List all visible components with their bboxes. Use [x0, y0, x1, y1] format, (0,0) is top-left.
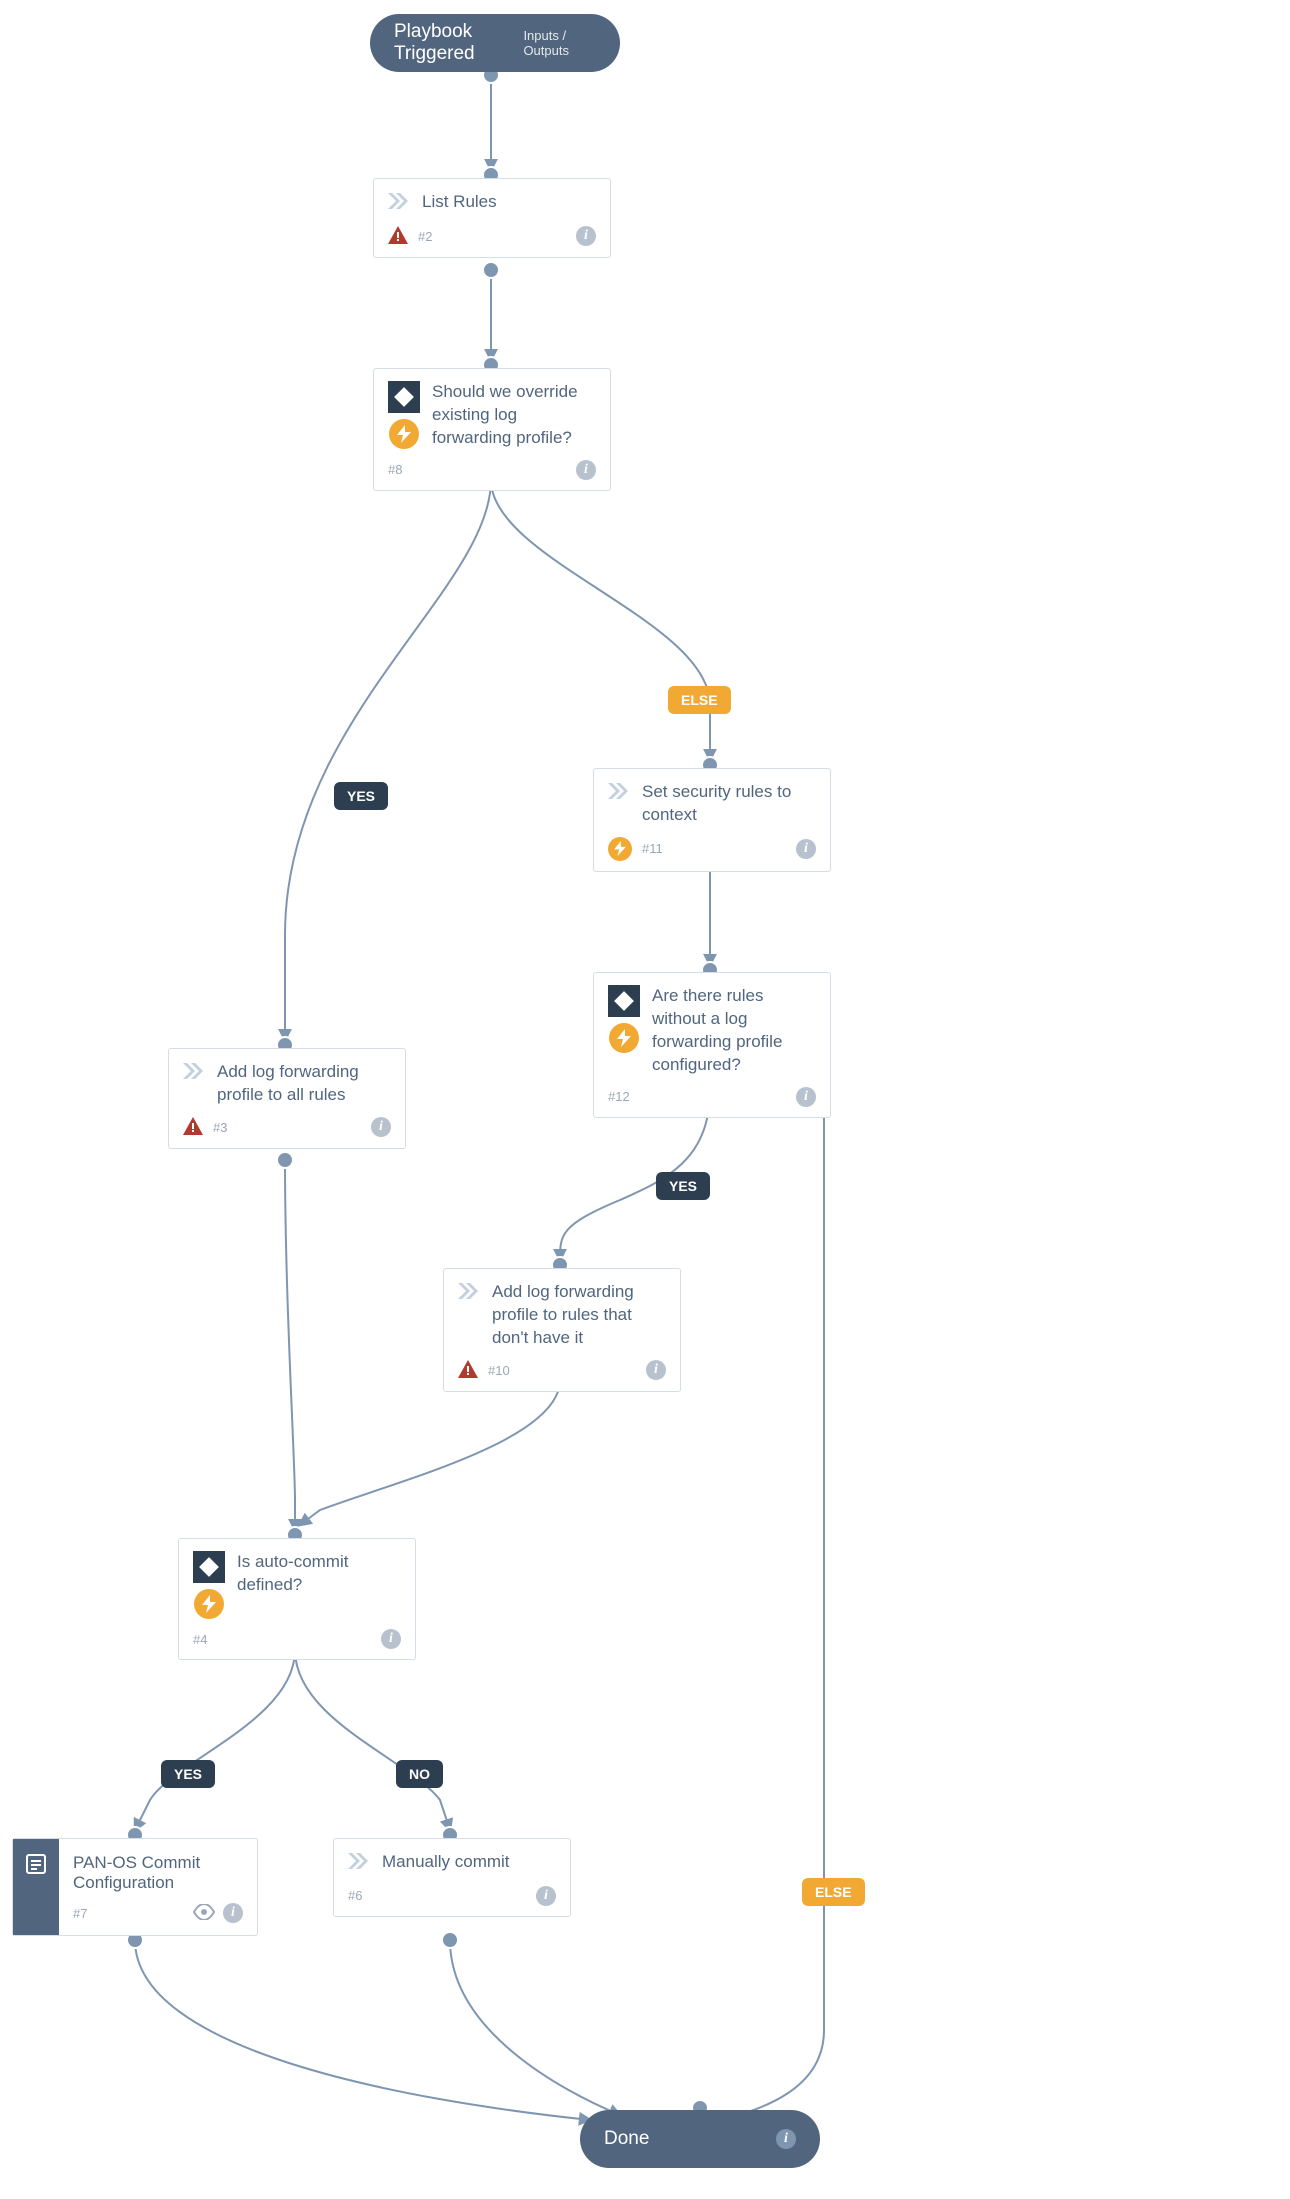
task-list-rules[interactable]: List Rules #2 i: [373, 178, 611, 258]
task-icon: [183, 1063, 203, 1086]
task-manual-commit[interactable]: Manually commit #6 i: [333, 1838, 571, 1917]
end-title: Done: [604, 2128, 649, 2150]
port-out[interactable]: [482, 261, 500, 279]
bolt-icon: [194, 1589, 224, 1619]
info-icon[interactable]: i: [576, 460, 596, 480]
condition-auto-commit[interactable]: Is auto-commit defined? #4 i: [178, 1538, 416, 1660]
port-out[interactable]: [441, 1931, 459, 1949]
info-icon[interactable]: i: [223, 1903, 243, 1923]
info-icon[interactable]: i: [796, 839, 816, 859]
branch-yes[interactable]: YES: [334, 782, 388, 810]
node-title: List Rules: [422, 191, 596, 214]
node-ref: #3: [213, 1120, 227, 1135]
node-ref: #12: [608, 1089, 630, 1104]
condition-icon: [388, 381, 420, 413]
info-icon[interactable]: i: [576, 226, 596, 246]
node-ref: #7: [73, 1906, 87, 1921]
task-add-profile-all[interactable]: Add log forwarding profile to all rules …: [168, 1048, 406, 1149]
node-title: Should we override existing log forwardi…: [432, 381, 596, 450]
node-title: PAN-OS Commit Configuration: [73, 1853, 200, 1892]
condition-rules-without-profile[interactable]: Are there rules without a log forwarding…: [593, 972, 831, 1118]
start-node[interactable]: Playbook Triggered Inputs / Outputs: [370, 14, 620, 72]
branch-else[interactable]: ELSE: [668, 686, 731, 714]
task-set-security-rules[interactable]: Set security rules to context #11 i: [593, 768, 831, 872]
info-icon[interactable]: i: [536, 1886, 556, 1906]
branch-else[interactable]: ELSE: [802, 1878, 865, 1906]
port-out[interactable]: [276, 1151, 294, 1169]
node-ref: #11: [642, 841, 663, 856]
script-panos-commit[interactable]: PAN-OS Commit Configuration #7 i: [12, 1838, 258, 1936]
task-icon: [388, 193, 408, 216]
node-ref: #10: [488, 1363, 510, 1378]
start-subtitle[interactable]: Inputs / Outputs: [523, 28, 596, 58]
condition-icon: [193, 1551, 225, 1583]
node-title: Manually commit: [382, 1851, 556, 1874]
condition-override-profile[interactable]: Should we override existing log forwardi…: [373, 368, 611, 491]
info-icon[interactable]: i: [371, 1117, 391, 1137]
warning-icon: [183, 1117, 203, 1138]
node-title: Set security rules to context: [642, 781, 816, 827]
script-icon: [25, 1853, 47, 1880]
branch-yes[interactable]: YES: [161, 1760, 215, 1788]
start-title: Playbook Triggered: [394, 21, 523, 65]
info-icon[interactable]: i: [381, 1629, 401, 1649]
task-icon: [348, 1853, 368, 1876]
info-icon[interactable]: i: [646, 1360, 666, 1380]
eye-icon[interactable]: [193, 1904, 215, 1923]
warning-icon: [458, 1360, 478, 1381]
node-title: Is auto-commit defined?: [237, 1551, 401, 1597]
node-title: Are there rules without a log forwarding…: [652, 985, 816, 1077]
branch-yes[interactable]: YES: [656, 1172, 710, 1200]
script-side-tab: [13, 1839, 59, 1935]
task-add-profile-missing[interactable]: Add log forwarding profile to rules that…: [443, 1268, 681, 1392]
node-ref: #2: [418, 229, 432, 244]
info-icon[interactable]: i: [796, 1087, 816, 1107]
info-icon[interactable]: i: [776, 2129, 796, 2149]
bolt-icon: [389, 419, 419, 449]
node-title: Add log forwarding profile to rules that…: [492, 1281, 666, 1350]
node-title: Add log forwarding profile to all rules: [217, 1061, 391, 1107]
playbook-canvas: Playbook Triggered Inputs / Outputs List…: [0, 0, 1290, 2199]
node-ref: #4: [193, 1632, 207, 1647]
node-ref: #8: [388, 462, 402, 477]
task-icon: [458, 1283, 478, 1306]
condition-icon: [608, 985, 640, 1017]
task-icon: [608, 783, 628, 806]
bolt-icon: [609, 1023, 639, 1053]
warning-icon: [388, 226, 408, 247]
end-node[interactable]: Done i: [580, 2110, 820, 2168]
node-ref: #6: [348, 1888, 362, 1903]
branch-no[interactable]: NO: [396, 1760, 443, 1788]
bolt-icon: [608, 837, 632, 861]
